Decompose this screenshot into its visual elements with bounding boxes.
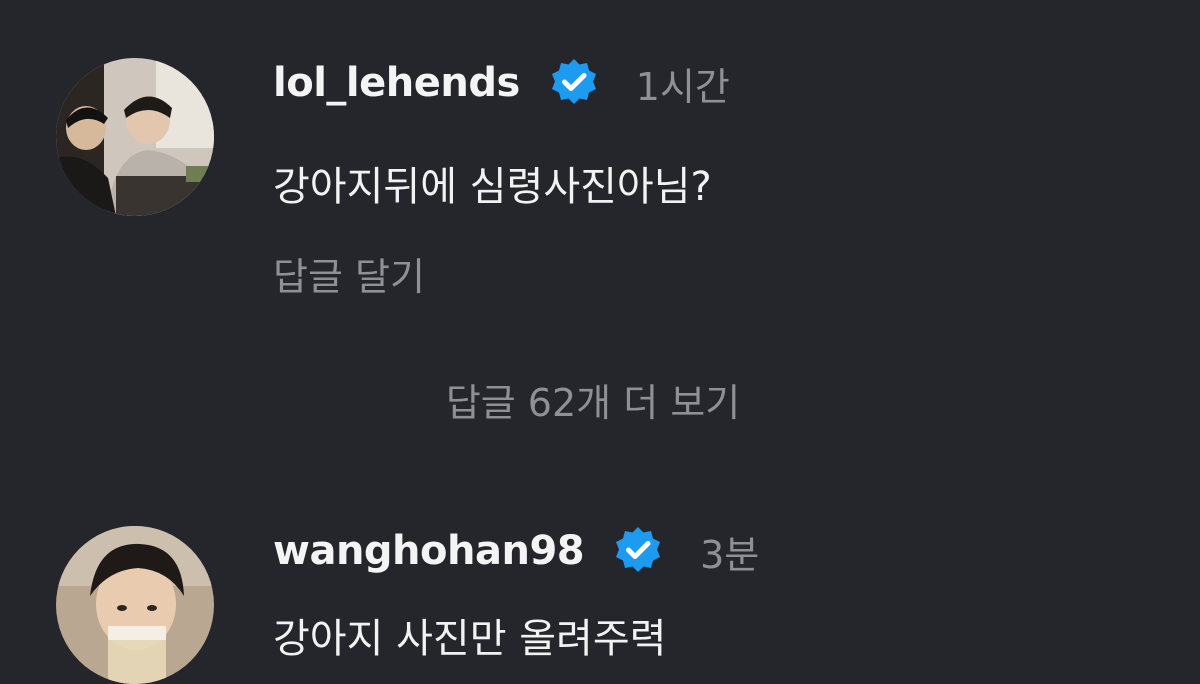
- avatar[interactable]: [56, 526, 214, 684]
- avatar[interactable]: [56, 58, 214, 216]
- comment-text: 강아지 사진만 올려주력: [273, 616, 667, 662]
- timestamp: 3분: [700, 532, 760, 577]
- comment-header: wanghohan98 3분: [273, 520, 759, 582]
- verified-badge-icon: [548, 57, 600, 109]
- username[interactable]: lol_lehends: [273, 60, 520, 106]
- avatar-photo: [56, 526, 214, 684]
- username[interactable]: wanghohan98: [273, 528, 585, 574]
- comment-text: 강아지뒤에 심령사진아님?: [273, 164, 712, 210]
- avatar-photo: [56, 58, 214, 216]
- comment-item: wanghohan98 3분 강아지 사진만 올려주력: [0, 500, 1200, 684]
- comment-header: lol_lehends 1시간: [273, 52, 730, 114]
- timestamp: 1시간: [635, 64, 730, 109]
- comment-item: lol_lehends 1시간 강아지뒤에 심령사진아님? 답글 달기: [0, 0, 1200, 330]
- verified-badge-icon: [612, 525, 664, 577]
- view-more-replies-button[interactable]: 답글 62개 더 보기: [0, 372, 1186, 427]
- reply-button[interactable]: 답글 달기: [273, 246, 425, 301]
